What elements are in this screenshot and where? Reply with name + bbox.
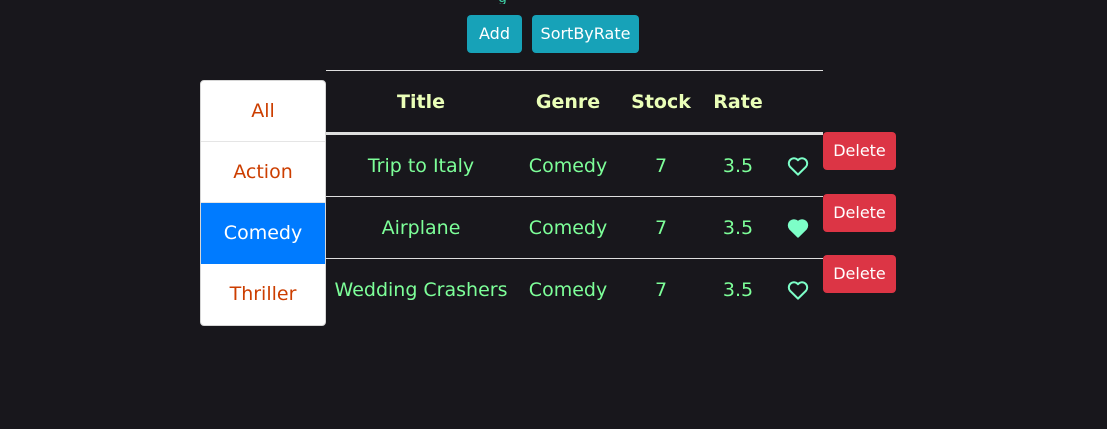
header-stock[interactable]: Stock (626, 71, 696, 132)
genre-item-all[interactable]: All (201, 81, 325, 142)
sort-by-rate-button[interactable]: SortByRate (532, 15, 639, 53)
table-row: Airplane Comedy 7 3.5 (326, 197, 823, 259)
cell-title: Airplane (381, 216, 461, 239)
cell-title: Trip to Italy (367, 154, 475, 177)
header-title[interactable]: Title (326, 71, 516, 132)
cell-rate: 3.5 (722, 216, 754, 239)
genre-item-thriller[interactable]: Thriller (201, 264, 325, 325)
cell-genre: Comedy (528, 154, 608, 177)
table-row: Wedding Crashers Comedy 7 3.5 (326, 259, 823, 320)
page-heading-partial: g (0, 0, 1107, 4)
cell-stock: 7 (654, 216, 668, 239)
table-header-row: Title Genre Stock Rate (326, 70, 823, 135)
delete-button[interactable]: Delete (823, 194, 896, 232)
cell-genre: Comedy (528, 278, 608, 301)
delete-button[interactable]: Delete (823, 132, 896, 170)
movies-table: Title Genre Stock Rate Trip to Italy Com… (326, 70, 823, 320)
cell-rate: 3.5 (722, 154, 754, 177)
page-heading-fragment: g (498, 0, 507, 4)
app-root: g Add SortByRate All Action Comedy Thril… (0, 0, 1107, 429)
heart-icon[interactable] (778, 259, 818, 320)
heart-filled-icon[interactable] (778, 197, 818, 258)
delete-button[interactable]: Delete (823, 255, 896, 293)
cell-genre: Comedy (528, 216, 608, 239)
table-row: Trip to Italy Comedy 7 3.5 (326, 135, 823, 197)
genre-list: All Action Comedy Thriller (200, 80, 326, 326)
cell-rate: 3.5 (722, 278, 754, 301)
genre-item-comedy[interactable]: Comedy (201, 203, 325, 264)
add-button[interactable]: Add (467, 15, 522, 53)
cell-title: Wedding Crashers (334, 278, 508, 301)
cell-stock: 7 (654, 278, 668, 301)
cell-stock: 7 (654, 154, 668, 177)
heart-icon[interactable] (778, 135, 818, 196)
genre-item-action[interactable]: Action (201, 142, 325, 203)
header-rate[interactable]: Rate (702, 71, 774, 132)
header-genre[interactable]: Genre (518, 71, 618, 132)
